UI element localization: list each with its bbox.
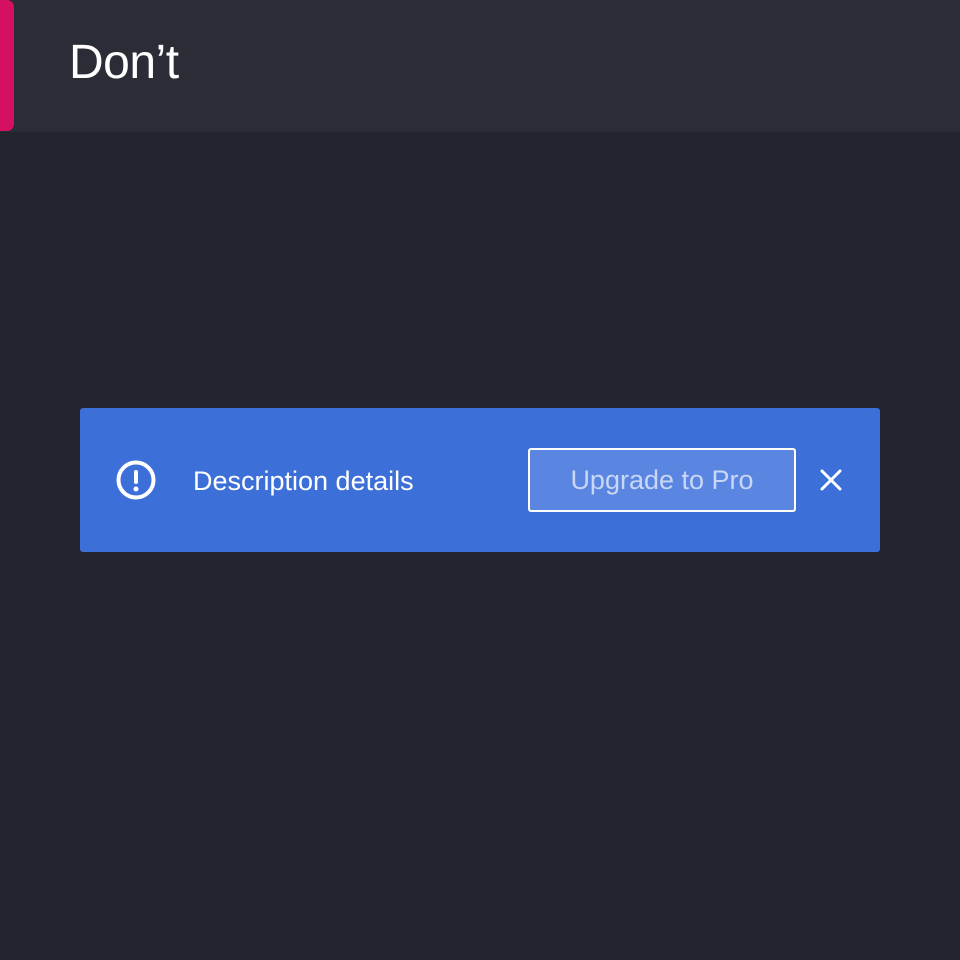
upgrade-to-pro-button[interactable]: Upgrade to Pro (528, 448, 796, 512)
close-icon (820, 469, 842, 491)
info-icon (116, 460, 156, 500)
close-banner-button[interactable] (810, 459, 852, 501)
page-header: Don’t (0, 0, 960, 132)
pink-accent-bar (0, 0, 14, 131)
page: Don’t Description details Upgrade to Pro (0, 0, 960, 960)
page-title: Don’t (69, 36, 179, 89)
banner-description: Description details (193, 466, 414, 496)
